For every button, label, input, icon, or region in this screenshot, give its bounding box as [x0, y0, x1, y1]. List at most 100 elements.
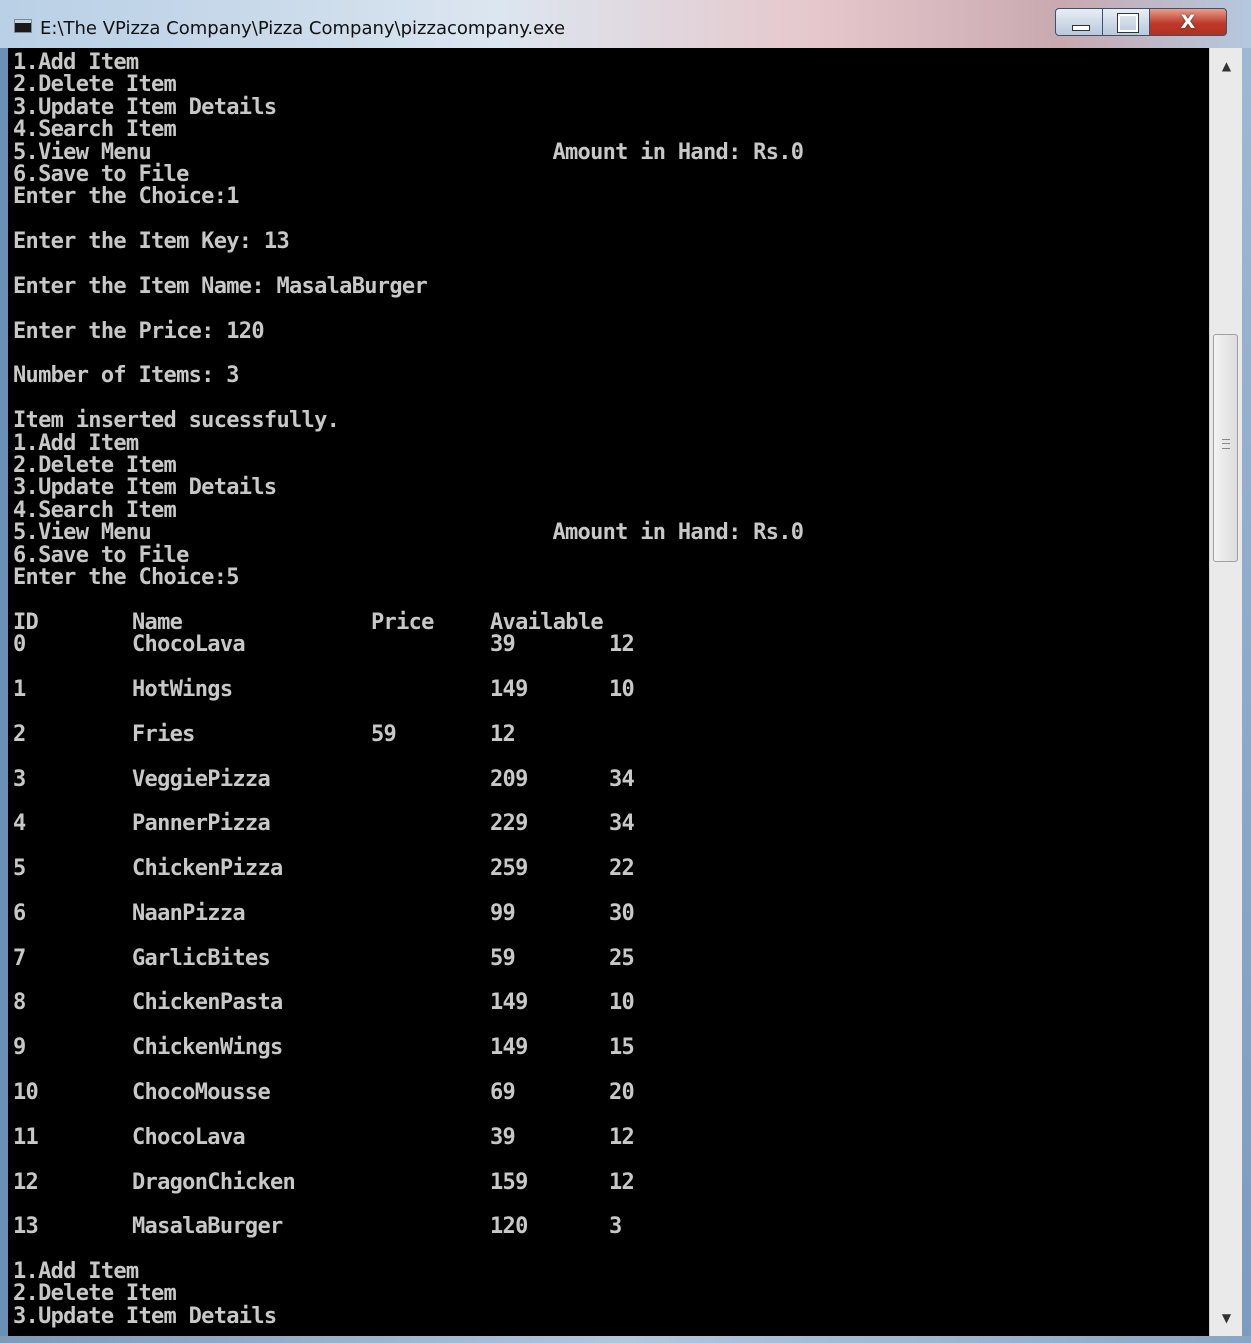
item-col-5: 20 [609, 1079, 635, 1105]
item-col-5: 15 [609, 1035, 635, 1061]
item-id: 0 [13, 632, 26, 658]
menu-table-row: 10 ChocoMousse 69 20 [13, 1079, 803, 1105]
console-icon[interactable] [14, 19, 32, 33]
title-bar[interactable]: E:\The VPizza Company\Pizza Company\pizz… [0, 0, 1251, 48]
table-header-cell: Price [371, 609, 434, 635]
item-id: 9 [13, 1035, 26, 1061]
item-col-4: 59 [490, 945, 516, 971]
console-line: 5.View Menu Amount in Hand: Rs.0 [13, 520, 804, 546]
item-col-4: 39 [490, 632, 516, 658]
console-line: 3.Update Item Details [13, 475, 277, 501]
item-col-4: 39 [490, 1124, 516, 1150]
item-name: MasalaBurger [132, 1214, 283, 1240]
console-line: 1.Add Item [13, 50, 139, 75]
menu-table-header: ID Name Price Available [13, 609, 803, 635]
scrollbar-grip-icon [1222, 439, 1230, 449]
item-col-5: 34 [609, 766, 635, 792]
minimize-button[interactable] [1055, 8, 1103, 36]
item-id: 2 [13, 721, 26, 747]
vertical-scrollbar[interactable]: ▲ ▼ [1209, 48, 1242, 1336]
item-col-5: 12 [609, 632, 635, 658]
item-name: Fries [132, 721, 195, 747]
table-header-cell: Name [132, 609, 183, 635]
item-name: ChickenPizza [132, 856, 283, 882]
item-col-3: 59 [371, 721, 397, 747]
console-line: 6.Save to File [13, 161, 189, 187]
table-header-cell: ID [13, 609, 39, 635]
console-line: 1.Add Item [13, 430, 139, 456]
console-line: Number of Items: 3 [13, 363, 240, 389]
item-col-4: 209 [490, 766, 528, 792]
scroll-up-arrow-icon[interactable]: ▲ [1210, 52, 1243, 80]
window-title: E:\The VPizza Company\Pizza Company\pizz… [40, 18, 566, 39]
menu-table-row: 2 Fries 59 12 [13, 721, 803, 747]
console-line: 2.Delete Item [13, 72, 177, 98]
console-output[interactable]: 1.Add Item 2.Delete Item 3.Update Item Det… [8, 48, 1209, 1336]
window-frame-right [1242, 48, 1251, 1343]
item-name: HotWings [132, 676, 233, 702]
console-line: Enter the Price: 120 [13, 318, 265, 344]
menu-table-row: 7 GarlicBites 59 25 [13, 945, 803, 971]
item-id: 8 [13, 990, 26, 1016]
item-col-4: 69 [490, 1079, 516, 1105]
item-col-5: 25 [609, 945, 635, 971]
item-id: 12 [13, 1169, 39, 1195]
scrollbar-thumb[interactable] [1213, 334, 1238, 562]
menu-table-row: 8 ChickenPasta 149 10 [13, 990, 803, 1016]
item-col-4: 259 [490, 856, 528, 882]
item-name: PannerPizza [132, 811, 271, 837]
menu-table-row: 4 PannerPizza 229 34 [13, 811, 803, 837]
item-col-4: 159 [490, 1169, 528, 1195]
console-line: Enter the Choice:5 [13, 564, 240, 590]
item-name: VeggiePizza [132, 766, 271, 792]
console-line: Enter the Item Key: 13 [13, 229, 290, 255]
item-name: NaanPizza [132, 900, 246, 926]
menu-table-row: 0 ChocoLava 39 12 [13, 632, 803, 658]
item-col-4: 229 [490, 811, 528, 837]
console-line: 2.Delete Item [13, 453, 177, 479]
console-line: Enter the Choice:1 [13, 184, 240, 210]
console-line: 6.Save to File [13, 542, 189, 568]
close-icon: X [1180, 11, 1196, 33]
menu-table-row: 3 VeggiePizza 209 34 [13, 766, 803, 792]
menu-table-row: 5 ChickenPizza 259 22 [13, 856, 803, 882]
console-line: Item inserted sucessfully. [13, 408, 340, 434]
maximize-button[interactable] [1102, 8, 1150, 36]
menu-table-row: 13 MasalaBurger 120 3 [13, 1214, 803, 1240]
console-line: 3.Update Item Details [13, 94, 277, 120]
console-line: Enter the Item Name: MasalaBurger [13, 273, 428, 299]
console-lines: 1.Add Item 2.Delete Item 3.Update Item Det… [13, 50, 804, 1328]
close-button[interactable]: X [1149, 8, 1227, 36]
item-col-4: 149 [490, 1035, 528, 1061]
console-line: 1.Add Item [13, 1259, 139, 1285]
item-id: 3 [13, 766, 26, 792]
console-line: 4.Search Item [13, 117, 177, 143]
item-col-5: 10 [609, 990, 635, 1016]
minimize-icon [1072, 25, 1090, 31]
item-col-4: 120 [490, 1214, 528, 1240]
console-line: 4.Search Item [13, 497, 177, 523]
item-col-5: 30 [609, 900, 635, 926]
menu-table-row: 9 ChickenWings 149 15 [13, 1035, 803, 1061]
scroll-down-arrow-icon[interactable]: ▼ [1210, 1304, 1243, 1332]
menu-table-row: 1 HotWings 149 10 [13, 676, 803, 702]
item-name: ChocoLava [132, 1124, 246, 1150]
item-col-5: 10 [609, 676, 635, 702]
